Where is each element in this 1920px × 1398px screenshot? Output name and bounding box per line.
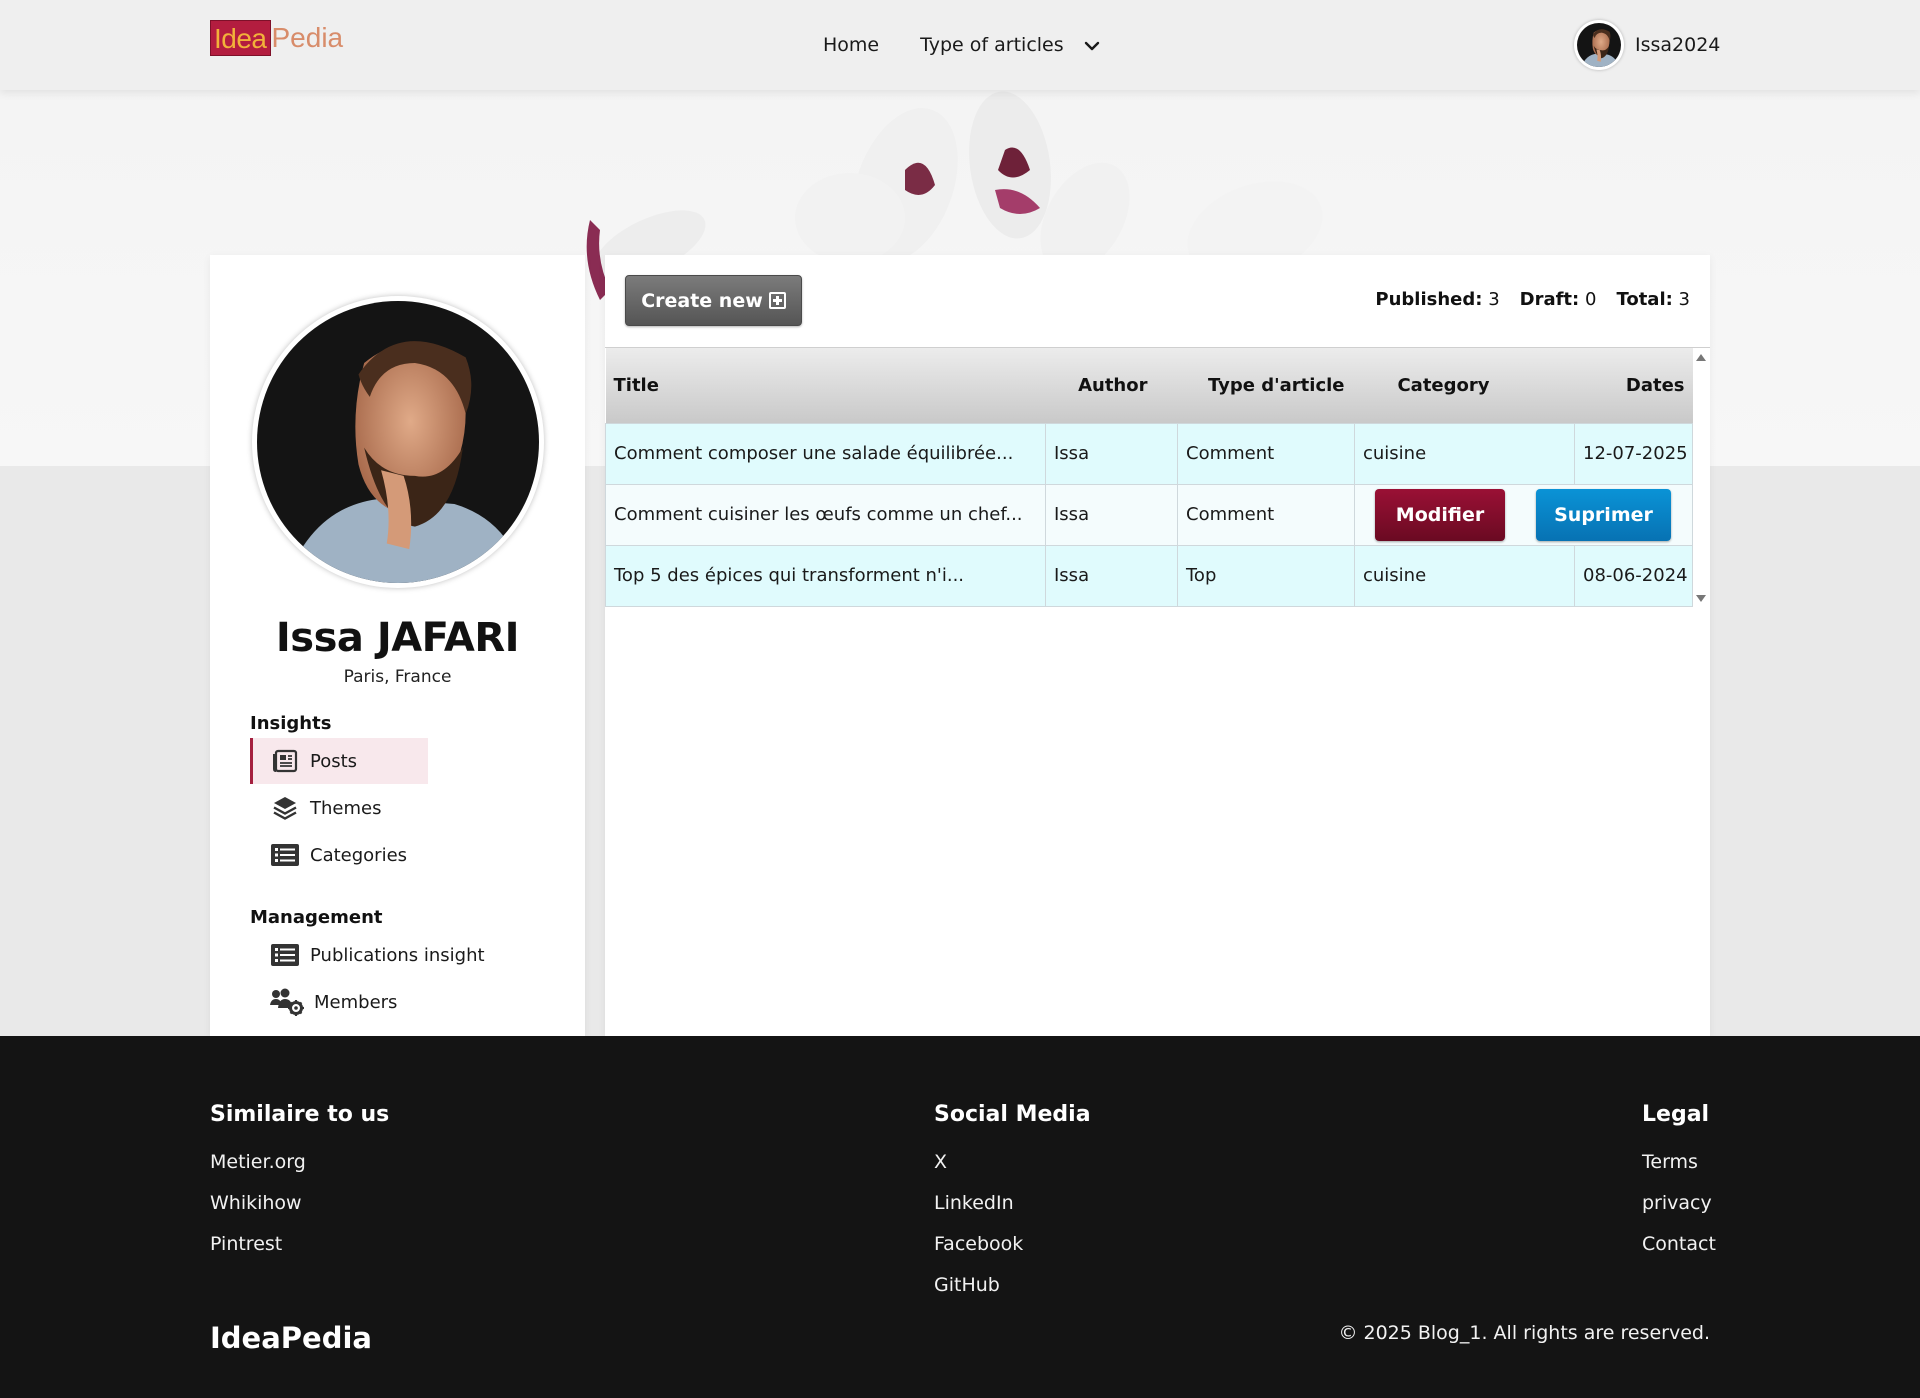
cell-category: cuisine xyxy=(1354,422,1575,485)
stat-draft: Draft: 0 xyxy=(1519,289,1597,310)
column-header-category[interactable]: Category xyxy=(1355,348,1575,423)
column-header-author[interactable]: Author xyxy=(1046,348,1178,423)
nav-type-of-articles-dropdown[interactable]: Type of articles xyxy=(920,34,1100,56)
footer-link[interactable]: Whikihow xyxy=(210,1191,389,1215)
create-new-button[interactable]: Create new xyxy=(625,275,802,326)
nav-home-link[interactable]: Home xyxy=(823,30,879,60)
footer-column-title: Legal xyxy=(1642,1102,1710,1127)
nav-links: Home Type of articles xyxy=(823,30,1100,60)
profile-card: Issa JAFARI Paris, France Insights Posts… xyxy=(210,255,585,1036)
footer-column-legal: Legal Terms privacy Contact xyxy=(1642,1102,1716,1273)
footer-link[interactable]: Metier.org xyxy=(210,1150,389,1174)
footer-column-similar: Similaire to us Metier.org Whikihow Pint… xyxy=(210,1102,389,1273)
footer-column-social: Social Media X LinkedIn Facebook GitHub xyxy=(934,1102,1091,1314)
footer-brand: IdeaPedia xyxy=(210,1321,372,1355)
create-new-label: Create new xyxy=(641,289,763,312)
delete-button[interactable]: Suprimer xyxy=(1536,488,1671,541)
footer-link[interactable]: Contact xyxy=(1642,1232,1716,1256)
sidebar-item-label: Posts xyxy=(310,750,358,772)
users-gear-icon xyxy=(270,988,304,1016)
avatar xyxy=(1574,20,1624,70)
chevron-down-icon xyxy=(1084,37,1100,53)
scroll-up-arrow-icon[interactable] xyxy=(1693,350,1709,364)
cell-author: Issa xyxy=(1045,544,1178,607)
row-actions: Modifier Suprimer xyxy=(1354,483,1693,546)
cell-category: cuisine xyxy=(1354,544,1575,607)
table-row[interactable]: Comment cuisiner les œufs comme un chef.… xyxy=(605,483,1693,546)
footer-column-title: Similaire to us xyxy=(210,1102,390,1127)
column-header-title[interactable]: Title xyxy=(606,348,1046,423)
footer-link[interactable]: Facebook xyxy=(934,1232,1091,1256)
newspaper-icon xyxy=(270,747,300,775)
column-header-type[interactable]: Type d'article xyxy=(1178,348,1355,423)
footer-link[interactable]: LinkedIn xyxy=(934,1191,1091,1215)
modify-button[interactable]: Modifier xyxy=(1375,488,1505,541)
table-header-row: Title Author Type d'article Category Dat… xyxy=(605,348,1693,423)
profile-location: Paris, France xyxy=(343,667,452,687)
table-row[interactable]: Comment composer une salade équilibrée..… xyxy=(605,422,1693,485)
top-navbar: Idea Pedia Home Type of articles Issa202… xyxy=(0,0,1920,90)
footer-link[interactable]: Terms xyxy=(1642,1150,1716,1174)
management-section-title: Management xyxy=(250,907,383,928)
sidebar-item-label: Categories xyxy=(310,844,408,866)
profile-name: Issa JAFARI xyxy=(275,615,520,661)
cell-title: Comment cuisiner les œufs comme un chef.… xyxy=(605,483,1046,546)
footer-copyright: © 2025 Blog_1. All rights are reserved. xyxy=(1338,1322,1710,1344)
posts-table-container: Title Author Type d'article Category Dat… xyxy=(605,347,1710,607)
list-icon xyxy=(270,841,300,869)
insights-section-title: Insights xyxy=(250,713,332,734)
table-row[interactable]: Top 5 des épices qui transforment n'i...… xyxy=(605,544,1693,607)
logo-part-pedia: Pedia xyxy=(271,22,344,53)
sidebar-item-label: Themes xyxy=(310,797,382,819)
cell-type: Top xyxy=(1177,544,1355,607)
sidebar-item-publications-insight[interactable]: Publications insight xyxy=(250,932,485,978)
plus-square-icon xyxy=(768,292,786,309)
footer-link[interactable]: privacy xyxy=(1642,1191,1716,1215)
posts-table: Title Author Type d'article Category Dat… xyxy=(605,348,1693,607)
footer-link[interactable]: X xyxy=(934,1150,1091,1174)
cell-date: 12-07-2025 xyxy=(1574,422,1693,485)
list-icon xyxy=(270,941,300,969)
sidebar-item-label: Members xyxy=(314,991,398,1013)
scroll-down-arrow-icon[interactable] xyxy=(1693,592,1709,606)
footer-column-title: Social Media xyxy=(934,1102,1091,1127)
cell-author: Issa xyxy=(1045,483,1178,546)
sidebar-item-members[interactable]: Members xyxy=(250,979,397,1025)
cell-type: Comment xyxy=(1177,422,1355,485)
layers-icon xyxy=(270,794,300,822)
cell-date: 08-06-2024 xyxy=(1574,544,1693,607)
site-footer: Similaire to us Metier.org Whikihow Pint… xyxy=(0,1036,1920,1398)
column-header-dates[interactable]: Dates xyxy=(1575,348,1693,423)
stat-published: Published: 3 xyxy=(1375,289,1500,310)
post-stats: Published: 3 Draft: 0 Total: 3 xyxy=(1355,289,1690,310)
sidebar-item-posts[interactable]: Posts xyxy=(250,738,428,784)
stat-total: Total: 3 xyxy=(1616,289,1690,310)
posts-panel: Create new Published: 3 Draft: 0 Total: … xyxy=(605,255,1710,1036)
footer-link[interactable]: Pintrest xyxy=(210,1232,389,1256)
cell-title: Comment composer une salade équilibrée..… xyxy=(605,422,1046,485)
footer-link[interactable]: GitHub xyxy=(934,1273,1091,1297)
sidebar-item-themes[interactable]: Themes xyxy=(250,785,381,831)
site-logo[interactable]: Idea Pedia xyxy=(210,20,343,56)
nav-type-of-articles-label: Type of articles xyxy=(920,34,1064,56)
sidebar-item-label: Publications insight xyxy=(310,944,485,966)
cell-type: Comment xyxy=(1177,483,1355,546)
logo-part-idea: Idea xyxy=(210,20,271,56)
sidebar-item-categories[interactable]: Categories xyxy=(250,832,407,878)
cell-author: Issa xyxy=(1045,422,1178,485)
cell-title: Top 5 des épices qui transforment n'i... xyxy=(605,544,1046,607)
user-menu[interactable]: Issa2024 xyxy=(1574,20,1720,70)
username: Issa2024 xyxy=(1635,34,1721,56)
profile-photo xyxy=(252,296,544,588)
